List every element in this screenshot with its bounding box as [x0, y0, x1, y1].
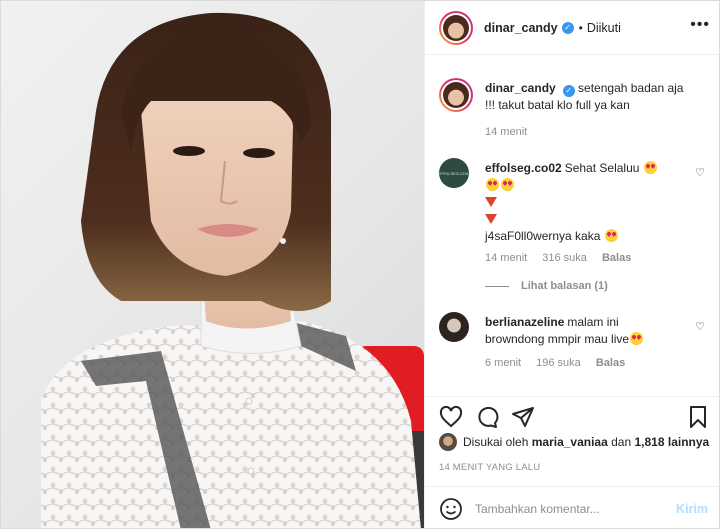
follow-status[interactable]: Diikuti: [587, 21, 621, 35]
caption-meta: 14 menit: [485, 126, 539, 138]
like-heart-icon[interactable]: [439, 405, 463, 429]
red-triangle-down-icon: [485, 197, 497, 207]
heart-eyes-emoji-icon: [604, 229, 618, 242]
commenter-avatar[interactable]: [439, 312, 469, 342]
comment-bubble-icon[interactable]: [475, 405, 499, 429]
comment-line: j4saF0ll0wernya kaka: [485, 229, 601, 243]
comment-likes[interactable]: 196 suka: [536, 357, 581, 369]
comment-time[interactable]: 14 menit: [485, 252, 527, 264]
reply-button[interactable]: Balas: [596, 357, 625, 369]
post-side-panel: dinar_candy ✓ • Diikuti ••• dinar_candy ✓…: [424, 1, 719, 528]
comments-list[interactable]: dinar_candy ✓ setengah badan aja !!! taku…: [425, 56, 719, 396]
liked-by-count[interactable]: 1,818 lainnya: [635, 435, 710, 449]
heart-eyes-emoji-icon: [501, 178, 514, 191]
comment-username[interactable]: effolseg.co02: [485, 161, 562, 175]
bookmark-icon[interactable]: [686, 405, 710, 429]
comment-item: berlianazeline malam ini browndong mmpir …: [439, 312, 709, 392]
heart-eyes-emoji-icon: [630, 332, 644, 345]
comment-item: EFFOLSEG.CO02 effolseg.co02 Sehat Selaluu…: [438, 158, 709, 308]
reply-button[interactable]: Balas: [602, 252, 631, 264]
share-paper-plane-icon[interactable]: [511, 405, 535, 429]
post-header: dinar_candy ✓ • Diikuti •••: [425, 1, 719, 55]
caption-row: dinar_candy ✓ setengah badan aja !!! taku…: [439, 78, 709, 168]
liked-by-middle: dan: [611, 435, 632, 449]
post-actions: Disukai oleh maria_vaniaa dan 1,818 lain…: [425, 396, 719, 528]
comment-meta: 14 menit 316 suka Balas: [485, 252, 631, 264]
view-replies-link[interactable]: Lihat balasan (1): [521, 280, 608, 292]
comment-meta: 6 menit 196 suka Balas: [485, 357, 625, 369]
comment-like-heart-icon[interactable]: ♡: [695, 320, 705, 333]
comment-time[interactable]: 6 menit: [485, 357, 521, 369]
comment-text: effolseg.co02 Sehat Selaluu j4saF0ll0wern…: [485, 160, 685, 245]
caption-text: dinar_candy ✓ setengah badan aja !!! taku…: [485, 80, 685, 114]
separator-dot: •: [578, 20, 583, 35]
heart-eyes-emoji-icon: [486, 178, 499, 191]
portrait-image: [41, 12, 424, 528]
heart-eyes-emoji-icon: [643, 161, 657, 174]
post-timestamp[interactable]: 14 MENIT YANG LALU: [439, 462, 540, 473]
post-photo[interactable]: [1, 1, 424, 528]
comment-composer: Kirim: [425, 486, 719, 528]
comment-line: Sehat Selaluu: [564, 161, 640, 175]
caption-username[interactable]: dinar_candy: [485, 81, 556, 95]
author-avatar[interactable]: [439, 10, 473, 45]
liked-by-prefix: Disukai oleh: [463, 435, 529, 449]
view-replies[interactable]: Lihat balasan (1): [439, 280, 709, 296]
commenter-avatar[interactable]: EFFOLSEG.CO02: [438, 158, 470, 188]
likes-summary: Disukai oleh maria_vaniaa dan 1,818 lain…: [439, 433, 709, 451]
more-options-icon[interactable]: •••: [690, 17, 710, 33]
author-username[interactable]: dinar_candy: [484, 21, 558, 35]
red-triangle-down-icon: [485, 214, 497, 224]
verified-badge-icon: ✓: [561, 21, 574, 34]
comment-likes[interactable]: 316 suka: [542, 252, 587, 264]
instagram-post-window: dinar_candy ✓ • Diikuti ••• dinar_candy ✓…: [0, 0, 720, 529]
liker-avatar[interactable]: [439, 433, 457, 451]
comment-like-heart-icon[interactable]: ♡: [695, 166, 705, 179]
caption-time[interactable]: 14 menit: [485, 126, 527, 138]
comment-username[interactable]: berlianazeline: [485, 315, 564, 329]
comment-text: berlianazeline malam ini browndong mmpir …: [485, 314, 685, 348]
comment-line: browndong mmpir mau live: [485, 332, 630, 346]
replies-divider: [485, 286, 509, 287]
emoji-picker-icon[interactable]: [439, 497, 463, 521]
verified-badge-icon: ✓: [562, 85, 575, 97]
caption-avatar[interactable]: [439, 78, 473, 112]
comment-line: malam ini: [567, 315, 619, 329]
comment-input[interactable]: [475, 502, 677, 516]
liked-by-user[interactable]: maria_vaniaa: [532, 435, 608, 449]
post-comment-button[interactable]: Kirim: [676, 502, 708, 516]
